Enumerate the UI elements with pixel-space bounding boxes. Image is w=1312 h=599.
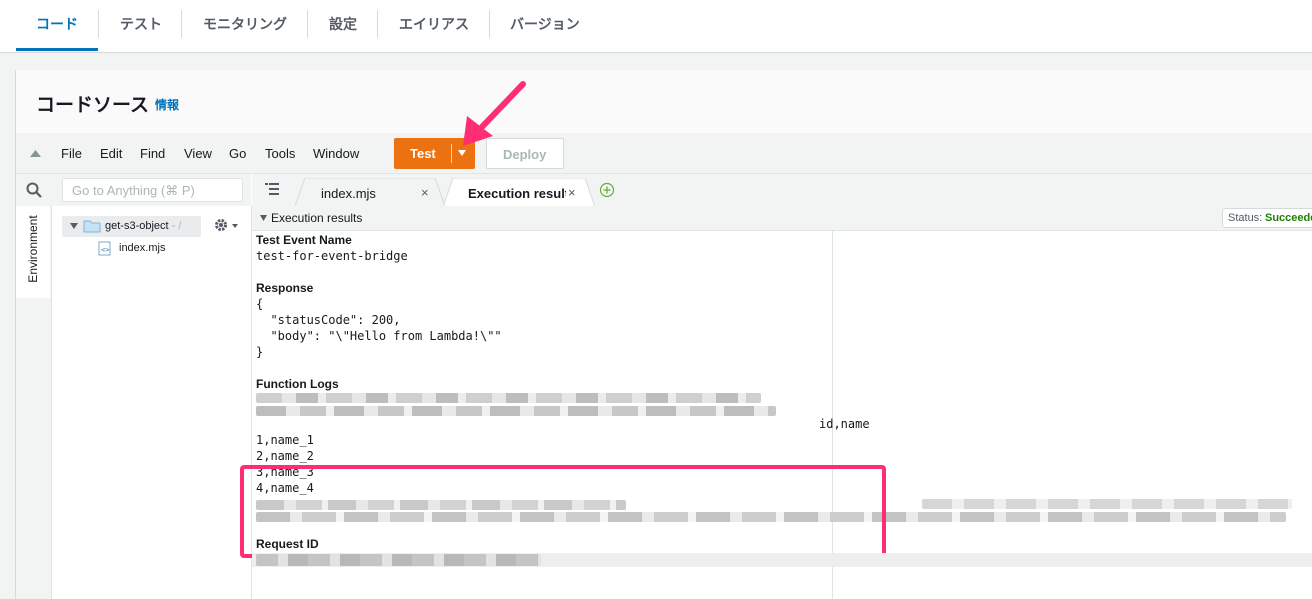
folder-icon xyxy=(83,220,101,233)
editor-tab-execution-results[interactable]: Execution results × xyxy=(443,178,595,207)
results-header-label: Execution results xyxy=(271,211,363,225)
tab-divider xyxy=(489,10,490,38)
tab-monitoring[interactable]: モニタリング xyxy=(203,14,287,34)
status-badge: Status: Succeeded xyxy=(1222,208,1312,228)
results-header: Execution results Status: Succeeded xyxy=(252,206,1312,231)
active-tab-indicator xyxy=(16,48,98,51)
tab-aliases[interactable]: エイリアス xyxy=(399,14,469,34)
tab-divider xyxy=(377,10,378,38)
js-file-icon: <> xyxy=(98,241,111,256)
folder-name: get-s3-object - / xyxy=(105,220,182,232)
file-tree: get-s3-object - / <> index.mjs xyxy=(52,206,252,599)
menu-edit[interactable]: Edit xyxy=(100,146,122,161)
tab-list-icon[interactable] xyxy=(265,183,279,195)
search-area: Go to Anything (⌘ P) xyxy=(16,174,251,206)
menu-go[interactable]: Go xyxy=(229,146,246,161)
tab-divider xyxy=(307,10,308,38)
tab-divider xyxy=(98,10,99,38)
top-tab-bar: コード テスト モニタリング 設定 エイリアス バージョン xyxy=(0,0,1312,53)
tab-versions[interactable]: バージョン xyxy=(510,14,580,34)
add-tab-icon[interactable] xyxy=(599,182,615,198)
menu-tools[interactable]: Tools xyxy=(265,146,295,161)
info-link[interactable]: 情報 xyxy=(155,96,179,113)
search-input[interactable]: Go to Anything (⌘ P) xyxy=(62,178,243,202)
collapse-arrow-icon[interactable] xyxy=(260,215,267,221)
highlight-box xyxy=(240,465,886,558)
tab-settings[interactable]: 設定 xyxy=(329,14,357,34)
gear-icon[interactable] xyxy=(214,218,228,232)
search-icon[interactable] xyxy=(26,182,42,198)
editor-tab-index[interactable]: index.mjs × xyxy=(295,178,445,206)
status-value: Succeeded xyxy=(1265,212,1312,224)
redacted-log xyxy=(256,406,776,416)
tab-test[interactable]: テスト xyxy=(120,14,162,34)
annotation-arrow-icon xyxy=(463,81,526,146)
tab-label: index.mjs xyxy=(321,186,376,201)
execution-results-content: Test Event Name test-for-event-bridge Re… xyxy=(240,231,1312,599)
environment-strip: Environment xyxy=(16,206,52,599)
section-title: コードソース xyxy=(36,95,150,116)
response-line: "statusCode": 200, xyxy=(256,313,401,327)
folder-row[interactable]: get-s3-object - / xyxy=(62,216,201,237)
response-line: "body": "\"Hello from Lambda!\"" xyxy=(256,329,502,343)
menu-file[interactable]: File xyxy=(61,146,82,161)
function-logs-label: Function Logs xyxy=(256,377,339,391)
test-event-label: Test Event Name xyxy=(256,233,352,247)
response-label: Response xyxy=(256,281,314,295)
svg-text:<>: <> xyxy=(101,246,109,254)
menu-window[interactable]: Window xyxy=(313,146,359,161)
ide-menubar: File Edit Find View Go Tools Window Test… xyxy=(16,133,1312,174)
redacted-log xyxy=(922,499,1292,509)
response-line: } xyxy=(256,345,264,359)
tab-label: Execution results xyxy=(468,186,566,201)
menu-find[interactable]: Find xyxy=(140,146,165,161)
environment-label: Environment xyxy=(26,215,40,283)
redacted-log xyxy=(256,393,761,403)
code-source-panel: コードソース 情報 File Edit Find View Go Tools W… xyxy=(15,70,1312,599)
menu-view[interactable]: View xyxy=(184,146,212,161)
search-placeholder: Go to Anything (⌘ P) xyxy=(72,183,195,198)
test-button-label: Test xyxy=(410,146,436,161)
close-icon[interactable]: × xyxy=(421,185,429,200)
environment-tab[interactable]: Environment xyxy=(16,206,50,298)
editor-tabs: index.mjs × Execution results × xyxy=(252,174,1312,207)
log-line: 1,name_1 xyxy=(256,433,314,447)
collapse-icon[interactable] xyxy=(30,150,41,157)
tab-divider xyxy=(181,10,182,38)
status-label: Status: xyxy=(1228,212,1263,224)
section-header: コードソース 情報 xyxy=(16,70,1312,134)
tab-code[interactable]: コード xyxy=(36,14,78,34)
caret-down-icon[interactable] xyxy=(232,224,238,228)
log-line: id,name xyxy=(819,417,870,431)
log-line: 2,name_2 xyxy=(256,449,314,463)
file-name[interactable]: index.mjs xyxy=(119,242,165,254)
test-split-divider xyxy=(451,144,452,163)
test-event-value: test-for-event-bridge xyxy=(256,249,408,263)
redacted-request-id xyxy=(256,554,541,566)
expand-arrow-icon[interactable] xyxy=(70,223,78,229)
close-icon[interactable]: × xyxy=(568,185,576,200)
request-id-label: Request ID xyxy=(256,537,319,551)
response-line: { xyxy=(256,297,264,311)
